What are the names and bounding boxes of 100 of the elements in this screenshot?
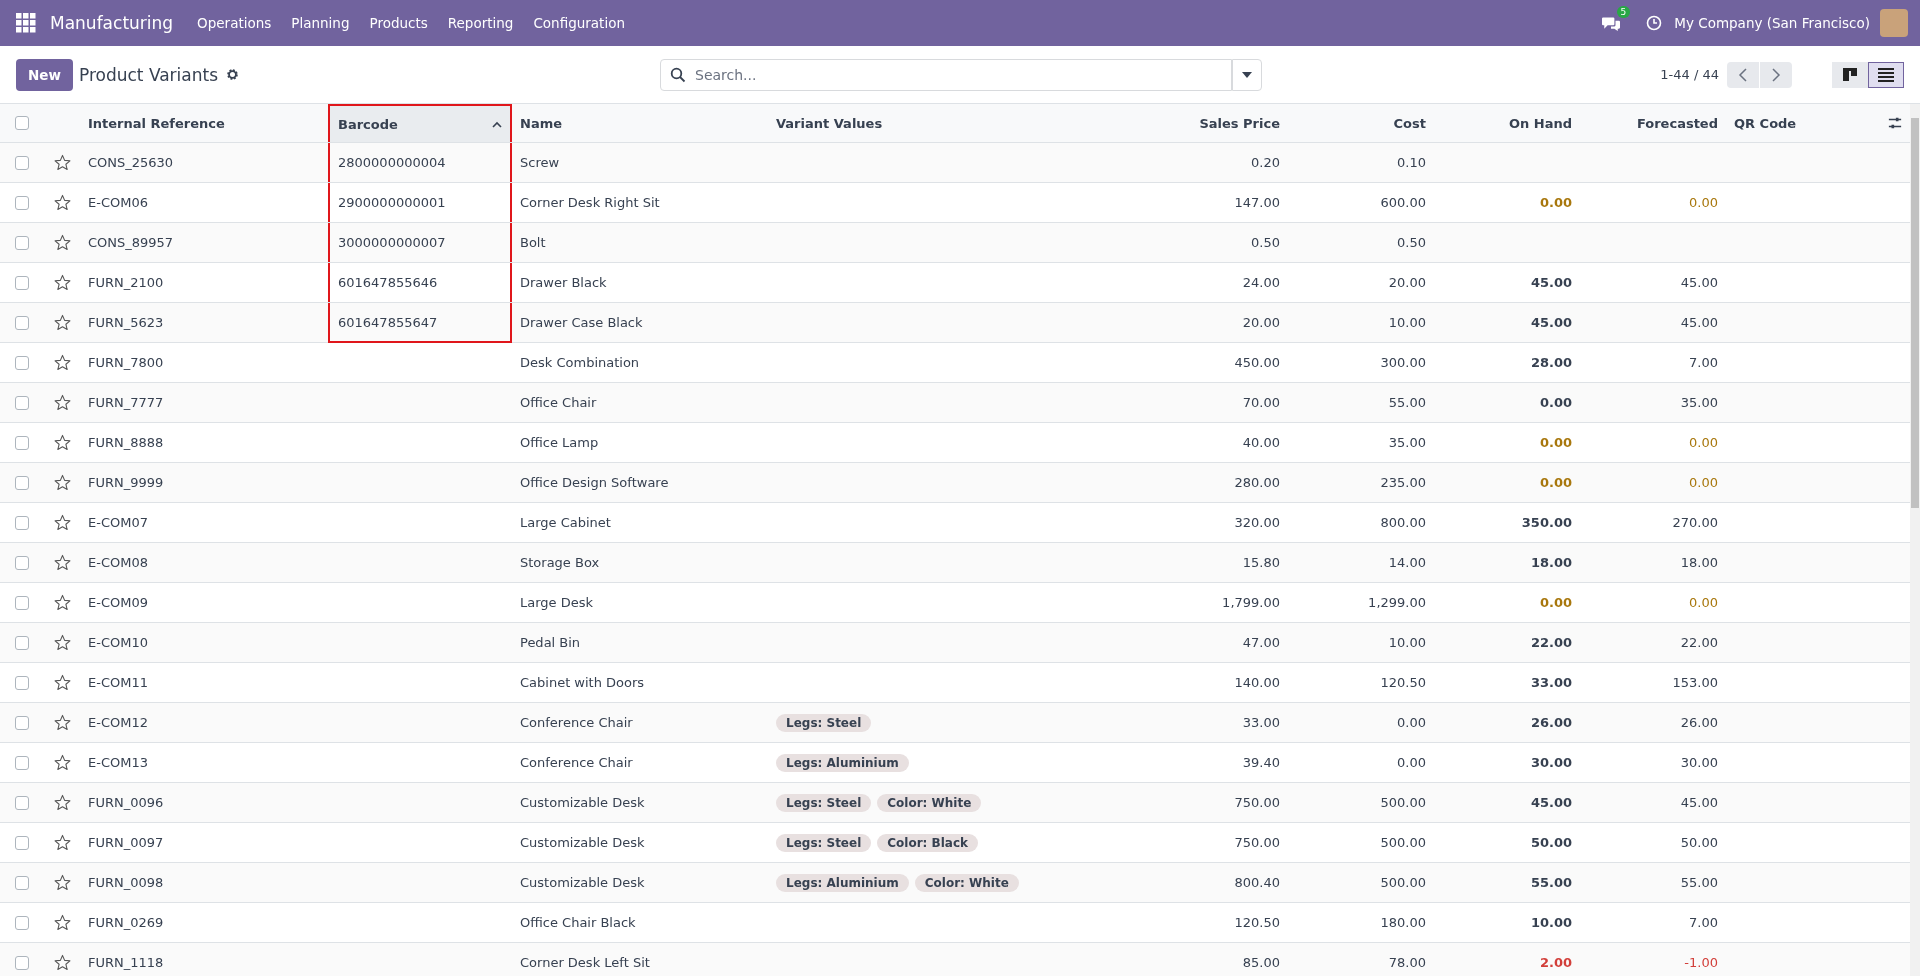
new-button[interactable]: New [16,58,73,91]
table-cell: FURN_5623 [88,315,164,330]
row-checkbox[interactable] [15,915,29,930]
row-checkbox[interactable] [15,235,29,250]
list-view-button[interactable] [1868,61,1904,88]
variant-tag: Legs: Steel [776,793,872,812]
table-cell: 35.00 [1680,395,1718,410]
table-cell: FURN_0096 [88,795,164,810]
row-checkbox[interactable] [15,275,29,290]
column-header[interactable]: Name [512,104,768,142]
favorite-star-icon[interactable] [53,514,71,531]
table-cell: 0.00 [1539,475,1572,490]
table-cell: 153.00 [1672,675,1718,690]
table-cell: 147.00 [1234,195,1280,210]
row-checkbox[interactable] [15,795,29,810]
row-checkbox[interactable] [15,475,29,490]
menu-item[interactable]: Reporting [437,15,524,31]
favorite-star-icon[interactable] [53,274,71,291]
table-cell: 70.00 [1242,395,1280,410]
column-header[interactable]: Forecasted [1580,104,1726,142]
favorite-star-icon[interactable] [53,714,71,731]
menu-item[interactable]: Planning [281,15,360,31]
favorite-star-icon[interactable] [53,234,71,251]
search-field[interactable]: Search... [660,58,1232,91]
gear-icon [226,68,240,81]
row-checkbox[interactable] [15,715,29,730]
favorite-star-icon[interactable] [53,754,71,771]
favorite-star-icon[interactable] [53,474,71,491]
next-page-button[interactable] [1760,61,1792,88]
row-checkbox[interactable] [15,315,29,330]
variant-tag: Legs: Steel [776,713,872,732]
previous-page-button[interactable] [1727,61,1759,88]
favorite-star-icon[interactable] [53,634,71,651]
scrollbar[interactable] [1910,104,1920,976]
table-cell: Customizable Desk [520,795,645,810]
favorite-star-icon[interactable] [53,874,71,891]
column-header[interactable]: On Hand [1434,104,1580,142]
table-cell: 24.00 [1242,275,1280,290]
favorite-star-icon[interactable] [53,394,71,411]
select-all-checkbox[interactable] [15,116,29,130]
app-name[interactable]: Manufacturing [50,13,174,33]
table-cell: 55.00 [1530,875,1572,890]
menu-item[interactable]: Products [359,15,438,31]
row-checkbox[interactable] [15,435,29,450]
row-checkbox[interactable] [15,395,29,410]
chevron-left-icon [1738,67,1748,82]
favorite-star-icon[interactable] [53,554,71,571]
column-header[interactable]: Sales Price [1142,104,1288,142]
apps-grid-icon[interactable] [16,13,36,33]
favorite-star-icon[interactable] [53,314,71,331]
favorite-star-icon[interactable] [53,954,71,971]
row-checkbox[interactable] [15,155,29,170]
row-checkbox[interactable] [15,595,29,610]
table-cell: 20.00 [1388,275,1426,290]
table-cell: 50.00 [1680,835,1718,850]
search-icon [670,66,686,83]
table-cell: E-COM12 [88,715,148,730]
row-checkbox[interactable] [15,355,29,370]
column-header[interactable]: Barcode [328,104,512,142]
favorite-star-icon[interactable] [53,794,71,811]
search-options-button[interactable] [1232,58,1262,91]
table-cell: Office Lamp [520,435,599,450]
row-checkbox[interactable] [15,635,29,650]
column-header[interactable]: QR Code [1726,104,1880,142]
table-cell: 3000000000007 [328,223,512,262]
row-checkbox[interactable] [15,755,29,770]
row-checkbox[interactable] [15,835,29,850]
table-cell: 14.00 [1388,555,1426,570]
column-header[interactable]: Cost [1288,104,1434,142]
table-cell: E-COM07 [88,515,148,530]
company-switcher[interactable]: My Company (San Francisco) [1674,15,1870,31]
variant-tag: Color: White [877,793,982,812]
variant-tag: Legs: Aluminium [776,753,909,772]
row-checkbox[interactable] [15,955,29,970]
row-checkbox[interactable] [15,515,29,530]
pager-value[interactable]: 1-44 / 44 [1660,67,1719,82]
table-cell: 0.00 [1689,195,1718,210]
kanban-view-button[interactable] [1832,61,1868,88]
menu-item[interactable]: Operations [187,15,282,31]
favorite-star-icon[interactable] [53,594,71,611]
column-header[interactable]: Internal Reference [80,104,328,142]
variant-tag: Color: White [914,873,1019,892]
favorite-star-icon[interactable] [53,154,71,171]
table-cell: 600.00 [1380,195,1426,210]
table-cell: Corner Desk Right Sit [520,195,660,210]
favorite-star-icon[interactable] [53,674,71,691]
row-checkbox[interactable] [15,555,29,570]
column-header[interactable]: Variant Values [768,104,1142,142]
menu-item[interactable]: Configuration [523,15,635,31]
row-checkbox[interactable] [15,675,29,690]
favorite-star-icon[interactable] [53,914,71,931]
favorite-star-icon[interactable] [53,434,71,451]
table-cell: 0.00 [1539,195,1572,210]
favorite-star-icon[interactable] [53,834,71,851]
table-cell: FURN_1118 [88,955,164,970]
favorite-star-icon[interactable] [53,354,71,371]
favorite-star-icon[interactable] [53,194,71,211]
row-checkbox[interactable] [15,875,29,890]
table-cell: 0.00 [1539,595,1572,610]
row-checkbox[interactable] [15,195,29,210]
